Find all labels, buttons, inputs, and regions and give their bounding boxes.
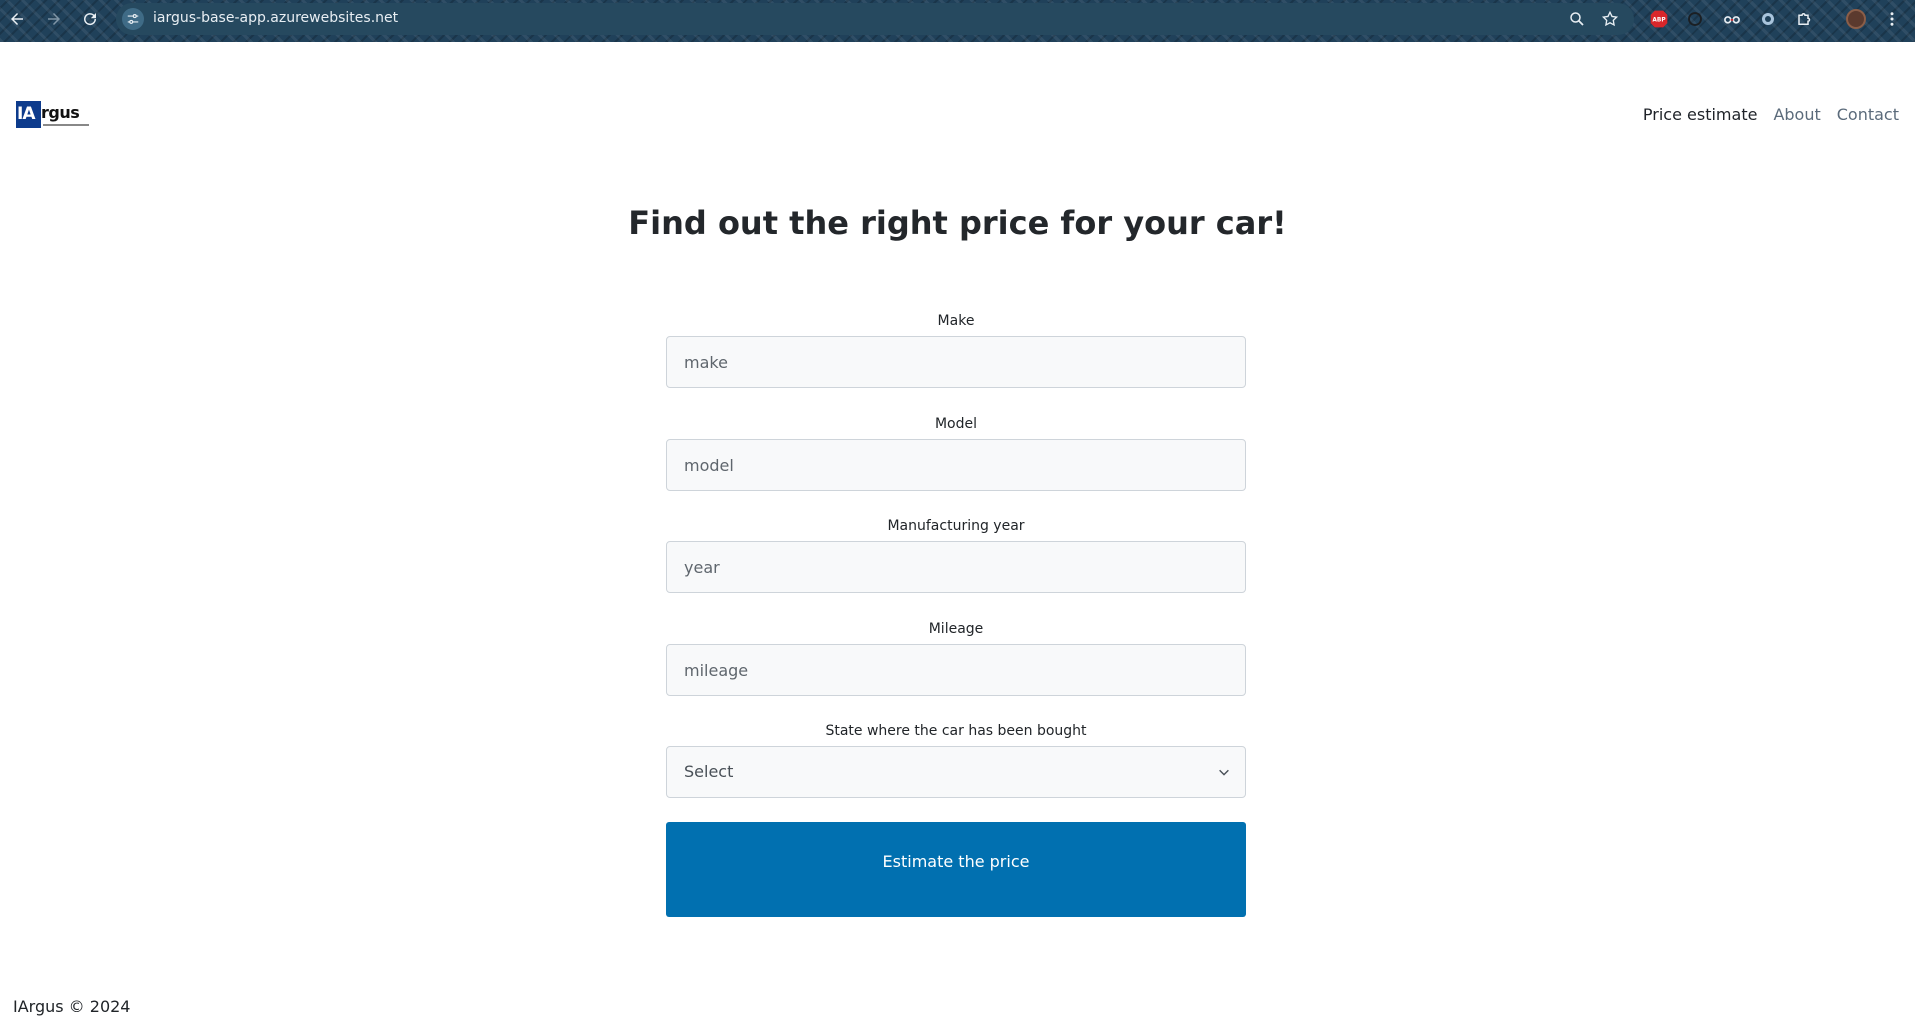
page-title: Find out the right price for your car! bbox=[628, 204, 1287, 242]
mileage-label: Mileage bbox=[928, 621, 984, 637]
profile-avatar[interactable] bbox=[1845, 8, 1867, 30]
mileage-group: Mileage bbox=[666, 621, 1246, 696]
adblock-plus-icon[interactable]: ABP bbox=[1648, 8, 1670, 30]
url-text[interactable]: iargus-base-app.azurewebsites.net bbox=[153, 10, 398, 26]
glasses-icon[interactable] bbox=[1721, 8, 1743, 30]
state-group: State where the car has been bought Sele… bbox=[666, 723, 1246, 798]
state-label: State where the car has been bought bbox=[825, 723, 1087, 739]
model-input[interactable] bbox=[666, 439, 1246, 491]
nav-about[interactable]: About bbox=[1765, 105, 1828, 124]
model-label: Model bbox=[934, 416, 978, 432]
state-select-value: Select bbox=[684, 762, 734, 781]
site-logo[interactable]: IA rgus bbox=[16, 101, 90, 129]
logo-mark: IA bbox=[16, 101, 41, 128]
logo-tagline bbox=[43, 124, 89, 126]
bookmark-star-icon[interactable] bbox=[1601, 10, 1619, 28]
year-input[interactable] bbox=[666, 541, 1246, 593]
chevron-down-icon bbox=[1219, 769, 1229, 776]
zoom-icon[interactable] bbox=[1568, 10, 1586, 28]
main-nav: Price estimate About Contact bbox=[1635, 105, 1899, 124]
browser-toolbar: iargus-base-app.azurewebsites.net ABP bbox=[0, 0, 1915, 42]
extension-circle-icon[interactable] bbox=[1684, 8, 1706, 30]
make-input[interactable] bbox=[666, 336, 1246, 388]
reload-icon[interactable] bbox=[79, 8, 101, 30]
more-menu-icon[interactable] bbox=[1881, 8, 1903, 30]
year-group: Manufacturing year bbox=[666, 518, 1246, 593]
mileage-input[interactable] bbox=[666, 644, 1246, 696]
nav-price-estimate[interactable]: Price estimate bbox=[1635, 105, 1766, 124]
make-label: Make bbox=[937, 313, 975, 329]
back-arrow-icon[interactable] bbox=[6, 8, 28, 30]
model-group: Model bbox=[666, 416, 1246, 491]
estimate-price-button[interactable]: Estimate the price bbox=[666, 822, 1246, 917]
state-select[interactable]: Select bbox=[666, 746, 1246, 798]
nav-contact[interactable]: Contact bbox=[1829, 105, 1899, 124]
forward-arrow-icon[interactable] bbox=[43, 8, 65, 30]
year-label: Manufacturing year bbox=[887, 518, 1025, 534]
footer-copyright: IArgus © 2024 bbox=[13, 997, 131, 1016]
svg-text:ABP: ABP bbox=[1652, 18, 1666, 24]
make-group: Make bbox=[666, 313, 1246, 388]
extension-ring-icon[interactable] bbox=[1757, 8, 1779, 30]
site-info-icon[interactable] bbox=[122, 8, 144, 30]
logo-wordmark: rgus bbox=[41, 103, 80, 122]
address-bar[interactable]: iargus-base-app.azurewebsites.net bbox=[116, 3, 1634, 35]
puzzle-icon[interactable] bbox=[1794, 8, 1816, 30]
